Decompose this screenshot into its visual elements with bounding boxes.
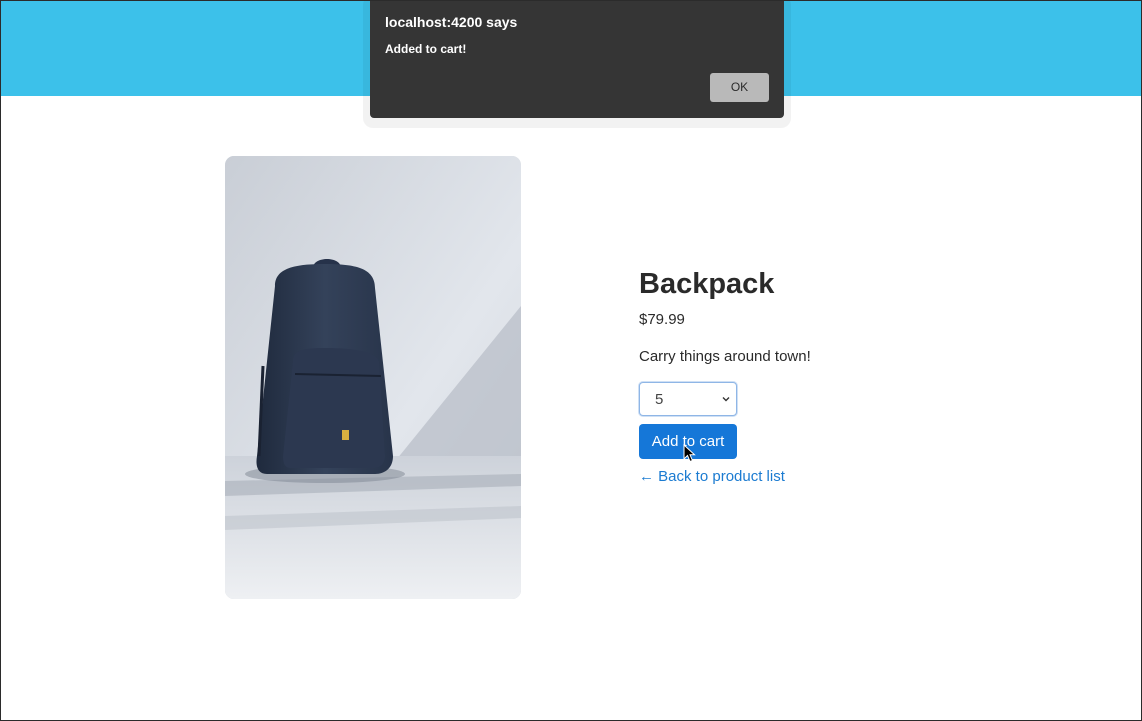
backpack-photo [225,156,521,599]
mouse-cursor-icon [683,444,696,463]
quantity-select[interactable]: 5 [639,382,737,416]
back-to-product-list-link[interactable]: ← Back to product list [639,467,999,487]
product-name: Backpack [639,268,775,300]
chevron-down-icon [722,397,730,402]
alert-dialog: localhost:4200 says Added to cart! OK [370,1,784,118]
alert-message: Added to cart! [385,42,467,56]
alert-ok-button[interactable]: OK [710,73,769,102]
quantity-value: 5 [655,391,664,408]
alert-title: localhost:4200 says [385,14,518,30]
product-price: $79.99 [639,311,685,328]
product-description: Carry things around town! [639,348,811,365]
product-image [225,156,521,599]
browser-viewport: Backpack $79.99 Carry things around town… [0,0,1142,721]
